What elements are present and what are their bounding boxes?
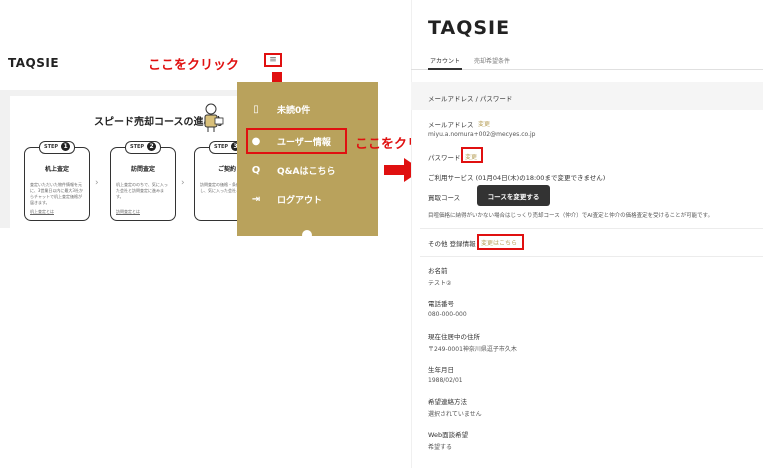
field-value-name: テスト②: [428, 280, 452, 287]
tab-sale-conditions[interactable]: 売却希望条件: [474, 56, 510, 65]
email-value: miyu.a.nomura+002@mecyes.co.jp: [428, 131, 536, 138]
taqsie-logo-left: TAQSIE: [8, 56, 60, 70]
password-label: パスワード: [428, 154, 461, 162]
field-label-birthdate: 生年月日: [428, 366, 454, 374]
taqsie-logo-right: TAQSIE: [428, 17, 511, 39]
tabs-divider: [411, 69, 763, 70]
step-description: 査定いただいた物件情報を元に、3営業日以内に最大3社からチャットで机上査定価格が…: [30, 182, 83, 205]
menu-label: 未読0件: [277, 105, 311, 116]
step-card-1: STEP 1 机上査定 査定いただいた物件情報を元に、3営業日以内に最大3社からチ…: [24, 141, 90, 221]
step-arrow-icon: ›: [95, 178, 99, 188]
field-value-address: 〒249-0001神奈川県逗子市久木: [428, 346, 517, 353]
field-value-birthdate: 1988/02/01: [428, 377, 463, 384]
tab-active-indicator: [428, 68, 462, 70]
menu-label: ログアウト: [277, 195, 323, 206]
section-divider: [420, 256, 763, 257]
step-link[interactable]: 机上査定とは: [30, 209, 54, 215]
step-title: 訪問査定: [130, 166, 155, 173]
field-value-phone: 080-000-000: [428, 311, 467, 318]
email-label: メールアドレス: [428, 121, 474, 129]
password-change-link[interactable]: 変更: [465, 152, 477, 161]
field-value-web-meeting: 希望する: [428, 444, 453, 451]
logout-icon: ⇥: [251, 193, 261, 205]
field-label-phone: 電話番号: [428, 300, 454, 308]
step-description: 机上査定ののちで、気に入った会社と訪問査定に進みます。: [116, 182, 168, 199]
businessman-illustration: [204, 103, 224, 132]
field-label-address: 現在住居中の住所: [428, 333, 480, 341]
step-link[interactable]: 訪問査定とは: [116, 209, 140, 215]
click-here-callout-menu: ここをクリック: [148, 58, 240, 73]
step-pill: STEP 2: [125, 141, 162, 154]
step-pill: STEP 1: [39, 141, 76, 154]
section-title-account: メールアドレス / パスワード: [428, 95, 513, 103]
hamburger-menu-icon[interactable]: ≡: [264, 53, 282, 67]
phone-icon: ▯: [253, 103, 259, 115]
step-arrow-icon: ›: [181, 178, 185, 188]
course-label: 買取コース: [428, 194, 461, 202]
menu-label: Q&Aはこちら: [277, 166, 336, 177]
field-label-contact-method: 希望連絡方法: [428, 398, 467, 406]
dropdown-menu: ▯ 未読0件 ● ユーザー情報 Q Q&Aはこちら ⇥ ログアウト: [237, 82, 378, 236]
menu-item-unread[interactable]: ▯ 未読0件: [249, 99, 310, 119]
field-label-name: お名前: [428, 267, 448, 275]
qa-icon: Q: [251, 164, 261, 176]
menu-item-logout[interactable]: ⇥ ログアウト: [249, 189, 322, 209]
tab-account[interactable]: アカウント: [430, 56, 460, 65]
service-label: ご利用サービス (01月04日(木)の18:00まで変更できません): [428, 174, 606, 182]
email-change-link[interactable]: 変更: [478, 119, 490, 128]
section-divider: [420, 228, 763, 229]
other-info-change-link[interactable]: 変更はこちら: [481, 238, 517, 247]
course-note: 目喧価格に納得がいかない場合はじっくり売却コース（仲介）でAI査定と仲介の価格査…: [428, 213, 714, 219]
menu-item-qa[interactable]: Q Q&Aはこちら: [249, 160, 336, 180]
step-card-2: STEP 2 訪問査定 机上査定ののちで、気に入った会社と訪問査定に進みます。 訪…: [110, 141, 176, 221]
user-info-highlight-box: [246, 128, 347, 154]
menu-bottom-dot: [302, 230, 312, 240]
change-course-button[interactable]: コースを変更する: [477, 185, 550, 206]
step-title: 机上査定: [44, 166, 69, 173]
field-value-contact-method: 選択されていません: [428, 411, 482, 418]
field-label-web-meeting: Web面談希望: [428, 431, 469, 439]
section-title-other: その他 登録情報: [428, 240, 476, 248]
